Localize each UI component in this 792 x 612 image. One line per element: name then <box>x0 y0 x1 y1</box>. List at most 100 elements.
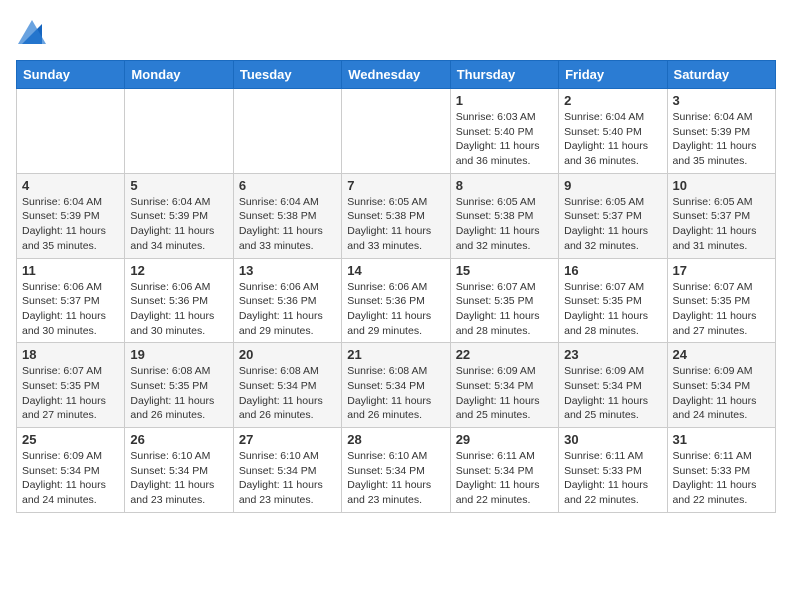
day-number: 31 <box>673 432 770 447</box>
day-number: 7 <box>347 178 444 193</box>
day-number: 5 <box>130 178 227 193</box>
day-header-sunday: Sunday <box>17 61 125 89</box>
calendar-cell: 16Sunrise: 6:07 AM Sunset: 5:35 PM Dayli… <box>559 258 667 343</box>
calendar-cell: 27Sunrise: 6:10 AM Sunset: 5:34 PM Dayli… <box>233 428 341 513</box>
day-info: Sunrise: 6:09 AM Sunset: 5:34 PM Dayligh… <box>22 449 119 508</box>
calendar-cell: 9 Sunrise: 6:05 AM Sunset: 5:37 PM Daylig… <box>559 173 667 258</box>
day-info: Sunrise: 6:03 AM Sunset: 5:40 PM Dayligh… <box>456 110 553 169</box>
calendar-cell: 29 Sunrise: 6:11 AM Sunset: 5:34 PM Dayli… <box>450 428 558 513</box>
day-number: 22 <box>456 347 553 362</box>
day-number: 12 <box>130 263 227 278</box>
page-header <box>16 16 776 48</box>
logo-icon <box>18 16 46 48</box>
calendar-cell: 14 Sunrise: 6:06 AM Sunset: 5:36 PM Dayli… <box>342 258 450 343</box>
day-number: 25 <box>22 432 119 447</box>
day-info: Sunrise: 6:10 AM Sunset: 5:34 PM Dayligh… <box>347 449 444 508</box>
calendar-cell: 6 Sunrise: 6:04 AM Sunset: 5:38 PM Daylig… <box>233 173 341 258</box>
calendar-cell: 4Sunrise: 6:04 AM Sunset: 5:39 PM Daylig… <box>17 173 125 258</box>
calendar-cell: 10 Sunrise: 6:05 AM Sunset: 5:37 PM Dayli… <box>667 173 775 258</box>
day-number: 3 <box>673 93 770 108</box>
calendar-cell: 25 Sunrise: 6:09 AM Sunset: 5:34 PM Dayli… <box>17 428 125 513</box>
day-info: Sunrise: 6:06 AM Sunset: 5:36 PM Dayligh… <box>130 280 227 339</box>
calendar-cell: 3 Sunrise: 6:04 AM Sunset: 5:39 PM Daylig… <box>667 89 775 174</box>
day-info: Sunrise: 6:07 AM Sunset: 5:35 PM Dayligh… <box>456 280 553 339</box>
day-number: 6 <box>239 178 336 193</box>
day-info: Sunrise: 6:06 AM Sunset: 5:36 PM Dayligh… <box>347 280 444 339</box>
calendar-cell: 11 Sunrise: 6:06 AM Sunset: 5:37 PM Dayli… <box>17 258 125 343</box>
day-info: Sunrise: 6:06 AM Sunset: 5:37 PM Dayligh… <box>22 280 119 339</box>
day-info: Sunrise: 6:04 AM Sunset: 5:38 PM Dayligh… <box>239 195 336 254</box>
calendar-cell: 24 Sunrise: 6:09 AM Sunset: 5:34 PM Dayli… <box>667 343 775 428</box>
day-number: 26 <box>130 432 227 447</box>
calendar-cell: 22 Sunrise: 6:09 AM Sunset: 5:34 PM Dayli… <box>450 343 558 428</box>
day-number: 9 <box>564 178 661 193</box>
day-number: 21 <box>347 347 444 362</box>
calendar-week-5: 25 Sunrise: 6:09 AM Sunset: 5:34 PM Dayli… <box>17 428 776 513</box>
day-number: 8 <box>456 178 553 193</box>
day-info: Sunrise: 6:11 AM Sunset: 5:33 PM Dayligh… <box>564 449 661 508</box>
day-info: Sunrise: 6:09 AM Sunset: 5:34 PM Dayligh… <box>673 364 770 423</box>
calendar-cell <box>17 89 125 174</box>
day-number: 28 <box>347 432 444 447</box>
day-info: Sunrise: 6:04 AM Sunset: 5:40 PM Dayligh… <box>564 110 661 169</box>
day-header-wednesday: Wednesday <box>342 61 450 89</box>
day-number: 24 <box>673 347 770 362</box>
day-number: 11 <box>22 263 119 278</box>
day-info: Sunrise: 6:08 AM Sunset: 5:34 PM Dayligh… <box>347 364 444 423</box>
calendar-cell <box>125 89 233 174</box>
day-info: Sunrise: 6:04 AM Sunset: 5:39 PM Dayligh… <box>673 110 770 169</box>
day-info: Sunrise: 6:05 AM Sunset: 5:37 PM Dayligh… <box>673 195 770 254</box>
day-info: Sunrise: 6:05 AM Sunset: 5:38 PM Dayligh… <box>456 195 553 254</box>
day-info: Sunrise: 6:05 AM Sunset: 5:37 PM Dayligh… <box>564 195 661 254</box>
day-number: 14 <box>347 263 444 278</box>
day-info: Sunrise: 6:05 AM Sunset: 5:38 PM Dayligh… <box>347 195 444 254</box>
day-number: 19 <box>130 347 227 362</box>
day-number: 23 <box>564 347 661 362</box>
day-info: Sunrise: 6:07 AM Sunset: 5:35 PM Dayligh… <box>673 280 770 339</box>
day-info: Sunrise: 6:07 AM Sunset: 5:35 PM Dayligh… <box>22 364 119 423</box>
day-number: 20 <box>239 347 336 362</box>
day-number: 10 <box>673 178 770 193</box>
logo <box>16 16 46 48</box>
day-info: Sunrise: 6:09 AM Sunset: 5:34 PM Dayligh… <box>564 364 661 423</box>
calendar-cell: 15 Sunrise: 6:07 AM Sunset: 5:35 PM Dayli… <box>450 258 558 343</box>
calendar-table: SundayMondayTuesdayWednesdayThursdayFrid… <box>16 60 776 513</box>
day-info: Sunrise: 6:08 AM Sunset: 5:35 PM Dayligh… <box>130 364 227 423</box>
day-number: 18 <box>22 347 119 362</box>
day-number: 29 <box>456 432 553 447</box>
calendar-cell: 31 Sunrise: 6:11 AM Sunset: 5:33 PM Dayli… <box>667 428 775 513</box>
day-info: Sunrise: 6:11 AM Sunset: 5:33 PM Dayligh… <box>673 449 770 508</box>
day-info: Sunrise: 6:06 AM Sunset: 5:36 PM Dayligh… <box>239 280 336 339</box>
day-info: Sunrise: 6:07 AM Sunset: 5:35 PM Dayligh… <box>564 280 661 339</box>
calendar-header-row: SundayMondayTuesdayWednesdayThursdayFrid… <box>17 61 776 89</box>
calendar-cell: 12 Sunrise: 6:06 AM Sunset: 5:36 PM Dayli… <box>125 258 233 343</box>
calendar-cell: 13 Sunrise: 6:06 AM Sunset: 5:36 PM Dayli… <box>233 258 341 343</box>
day-number: 1 <box>456 93 553 108</box>
calendar-cell: 2 Sunrise: 6:04 AM Sunset: 5:40 PM Daylig… <box>559 89 667 174</box>
day-info: Sunrise: 6:08 AM Sunset: 5:34 PM Dayligh… <box>239 364 336 423</box>
calendar-cell: 26 Sunrise: 6:10 AM Sunset: 5:34 PM Dayli… <box>125 428 233 513</box>
calendar-cell: 28 Sunrise: 6:10 AM Sunset: 5:34 PM Dayli… <box>342 428 450 513</box>
day-number: 2 <box>564 93 661 108</box>
calendar-cell: 7 Sunrise: 6:05 AM Sunset: 5:38 PM Daylig… <box>342 173 450 258</box>
day-number: 13 <box>239 263 336 278</box>
day-number: 4 <box>22 178 119 193</box>
calendar-cell: 18 Sunrise: 6:07 AM Sunset: 5:35 PM Dayli… <box>17 343 125 428</box>
day-info: Sunrise: 6:10 AM Sunset: 5:34 PM Dayligh… <box>239 449 336 508</box>
calendar-cell: 1 Sunrise: 6:03 AM Sunset: 5:40 PM Daylig… <box>450 89 558 174</box>
calendar-week-3: 11 Sunrise: 6:06 AM Sunset: 5:37 PM Dayli… <box>17 258 776 343</box>
calendar-cell <box>342 89 450 174</box>
calendar-week-1: 1 Sunrise: 6:03 AM Sunset: 5:40 PM Daylig… <box>17 89 776 174</box>
day-header-monday: Monday <box>125 61 233 89</box>
day-header-tuesday: Tuesday <box>233 61 341 89</box>
day-number: 15 <box>456 263 553 278</box>
day-info: Sunrise: 6:11 AM Sunset: 5:34 PM Dayligh… <box>456 449 553 508</box>
day-info: Sunrise: 6:10 AM Sunset: 5:34 PM Dayligh… <box>130 449 227 508</box>
day-header-saturday: Saturday <box>667 61 775 89</box>
calendar-cell: 23 Sunrise: 6:09 AM Sunset: 5:34 PM Dayli… <box>559 343 667 428</box>
calendar-cell: 20 Sunrise: 6:08 AM Sunset: 5:34 PM Dayli… <box>233 343 341 428</box>
day-number: 30 <box>564 432 661 447</box>
calendar-cell: 19 Sunrise: 6:08 AM Sunset: 5:35 PM Dayli… <box>125 343 233 428</box>
day-info: Sunrise: 6:09 AM Sunset: 5:34 PM Dayligh… <box>456 364 553 423</box>
day-number: 17 <box>673 263 770 278</box>
